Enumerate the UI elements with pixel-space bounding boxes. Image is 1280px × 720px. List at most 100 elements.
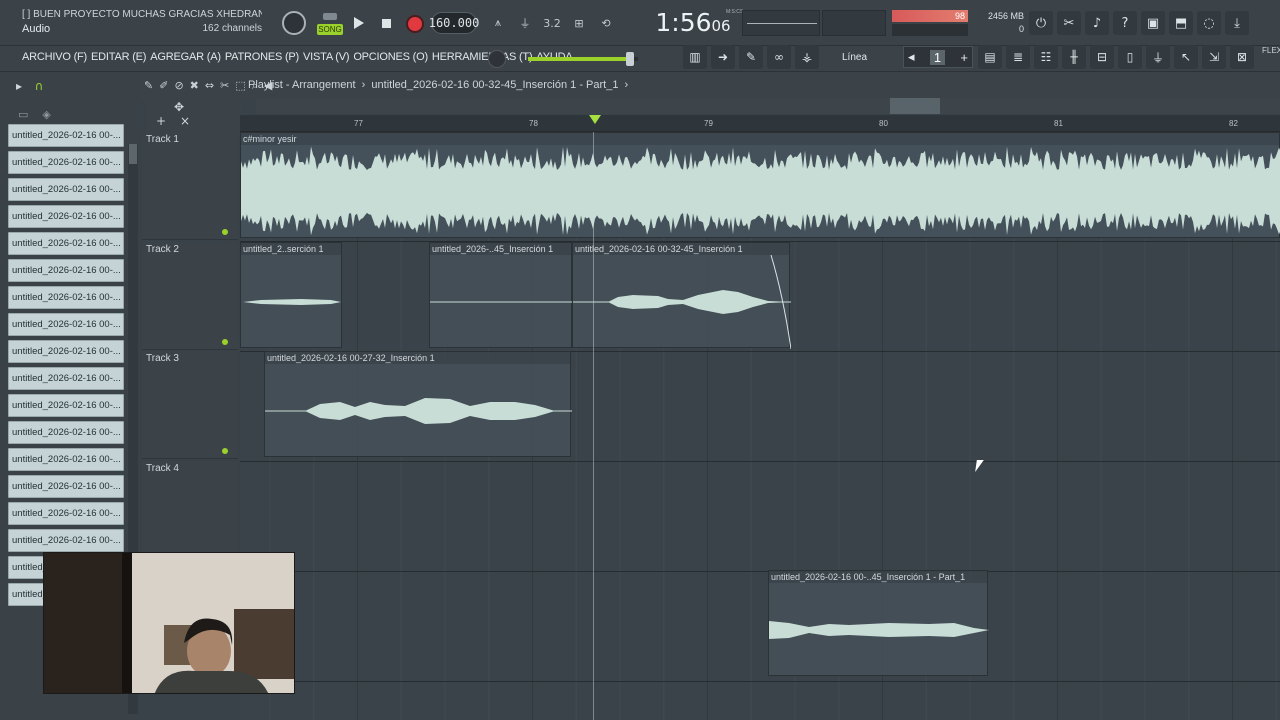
magnet-icon[interactable]: ∩	[30, 79, 48, 93]
volume-handle[interactable]	[626, 52, 634, 66]
mic-button[interactable]: ♪	[1085, 11, 1109, 35]
audio-clip[interactable]: untitled_2026-02-16 00-..45_Inserción 1 …	[768, 570, 989, 676]
save-button[interactable]: ▣	[1141, 11, 1165, 35]
browser-item[interactable]: untitled_2026-02-16 00-...	[8, 178, 124, 201]
track-header[interactable]: Track 3	[142, 351, 238, 459]
paint-tool-icon[interactable]: ✐	[159, 79, 174, 92]
channel-rack-button[interactable]: ≣	[1006, 45, 1030, 69]
arrow-right-icon[interactable]: ▸	[10, 79, 28, 93]
menu-options[interactable]: OPCIONES (O)	[353, 51, 428, 63]
snap-selector[interactable]: Línea	[830, 49, 894, 67]
browser-item[interactable]: untitled_2026-02-16 00-...	[8, 448, 124, 471]
piano-roll-button[interactable]: ▥	[683, 45, 707, 69]
render-button[interactable]: ⬒	[1169, 11, 1193, 35]
help-button[interactable]: ?	[1113, 11, 1137, 35]
track-active-led[interactable]	[222, 448, 228, 454]
stop-button[interactable]	[377, 14, 395, 32]
browser-tab-icon[interactable]: ▭ ◈	[18, 108, 51, 121]
browser-item[interactable]: untitled_2026-02-16 00-...	[8, 529, 124, 552]
arrow-move-icon[interactable]: ✥	[174, 100, 184, 114]
tools-button[interactable]: ✂	[1057, 11, 1081, 35]
channel-button[interactable]: ╫	[1062, 45, 1086, 69]
step-add-icon[interactable]: +	[960, 50, 968, 65]
step-prev-icon[interactable]: ◂	[908, 49, 915, 65]
step-selector[interactable]: ◂ 1 +	[903, 46, 973, 68]
audio-clip[interactable]: untitled_2026-02-16 00-27-32_Inserción 1	[264, 351, 572, 457]
track-header[interactable]: Track 2	[142, 241, 238, 350]
audio-clip[interactable]: c#minor yesir	[240, 132, 1280, 238]
plugin-button[interactable]: ⏚	[1146, 45, 1170, 69]
browser-item[interactable]: untitled_2026-02-16 00-...	[8, 259, 124, 282]
chat-button[interactable]: ◌	[1197, 11, 1221, 35]
tempo-display[interactable]: 160.000	[429, 12, 479, 34]
metronome-button[interactable]: ⩚	[486, 12, 510, 34]
menu-patterns[interactable]: PATRONES (P)	[225, 51, 299, 63]
browser-button[interactable]: ⊟	[1090, 45, 1114, 69]
pointer-button[interactable]: ↖	[1174, 45, 1198, 69]
menu-view[interactable]: VISTA (V)	[303, 51, 349, 63]
timeline-ruler[interactable]: 77 78 79 80 81 82	[240, 115, 1280, 132]
audio-clip[interactable]: untitled_2026-02-16 00-32-45_Inserción 1	[572, 242, 791, 349]
hint-channels: 162 channels	[202, 23, 263, 34]
menu-tools[interactable]: HERRAMIENTAS (T)	[432, 51, 533, 63]
slip-tool-icon[interactable]: ⇔	[205, 79, 220, 92]
browser-item[interactable]: untitled_2026-02-16 00-...	[8, 367, 124, 390]
draw-tool-button[interactable]: ✎	[739, 45, 763, 69]
browser-item[interactable]: untitled_2026-02-16 00-...	[8, 286, 124, 309]
menu-add[interactable]: AGREGAR (A)	[150, 51, 221, 63]
mute-tool-icon[interactable]: ✖	[190, 79, 205, 92]
overview-viewport[interactable]	[890, 98, 940, 114]
mixer-button[interactable]: ☷	[1034, 45, 1058, 69]
loop-record-button[interactable]: ⟲	[594, 12, 618, 34]
browser-item[interactable]: untitled_2026-02-16 00-...	[8, 313, 124, 336]
browser-item[interactable]: untitled_2026-02-16 00-...	[8, 340, 124, 363]
save-icon: ▣	[1146, 15, 1160, 31]
playlist-overview[interactable]	[256, 98, 1280, 114]
browser-item[interactable]: untitled_2026-02-16 00-...	[8, 205, 124, 228]
pencil-tool-icon[interactable]: ✎	[144, 79, 159, 92]
arrangement-grid[interactable]: c#minor yesir untitled_2..serción 1 unti…	[240, 132, 1280, 720]
browser-scroll-thumb[interactable]	[129, 144, 137, 164]
browser-item[interactable]: untitled_2026-02-16 00-...	[8, 232, 124, 255]
playhead-marker[interactable]	[589, 115, 601, 124]
reload-button[interactable]: ⏻	[1029, 11, 1053, 35]
delete-tool-icon[interactable]: ⊘	[174, 79, 189, 92]
master-volume-slider[interactable]	[528, 52, 638, 66]
render-icon: ⬒	[1174, 15, 1188, 31]
track-header[interactable]: Track 1	[142, 132, 238, 240]
menu-edit[interactable]: EDITAR (E)	[91, 51, 146, 63]
close-icon[interactable]: ×	[180, 114, 190, 128]
pitch-knob[interactable]	[488, 50, 506, 68]
record-button[interactable]	[404, 13, 426, 35]
audio-clip[interactable]: untitled_2026-..45_Inserción 1	[429, 242, 573, 348]
download-button[interactable]: ⤓	[1225, 11, 1249, 35]
browser-item[interactable]: untitled_2026-02-16 00-...	[8, 502, 124, 525]
link-button[interactable]: ∞	[767, 45, 791, 69]
browser-item[interactable]: untitled_2026-02-16 00-...	[8, 421, 124, 444]
track-active-led[interactable]	[222, 338, 228, 345]
browser-item[interactable]: untitled_2026-02-16 00-...	[8, 124, 124, 147]
step-value[interactable]: 1	[929, 49, 946, 65]
audio-clip[interactable]: untitled_2..serción 1	[240, 242, 342, 348]
track-active-led[interactable]	[222, 229, 228, 235]
menu-file[interactable]: ARCHIVO (F)	[22, 51, 87, 63]
add-track-icon[interactable]: +	[156, 114, 166, 128]
step-edit-button[interactable]: ⊞	[567, 12, 591, 34]
stamp-button[interactable]: ⚶	[795, 45, 819, 69]
wait-for-input-button[interactable]: ⏚	[513, 12, 537, 34]
project-button[interactable]: ▯	[1118, 45, 1142, 69]
tempo-tap-button[interactable]: ⇲	[1202, 45, 1226, 69]
countdown-button[interactable]: 3.2	[540, 12, 564, 34]
playlist-button[interactable]: ▤	[978, 45, 1002, 69]
browser-item[interactable]: untitled_2026-02-16 00-...	[8, 394, 124, 417]
play-button[interactable]	[350, 14, 368, 32]
master-volume-knob[interactable]	[282, 11, 306, 35]
next-button[interactable]: ➜	[711, 45, 735, 69]
slice-tool-icon[interactable]: ✂	[220, 79, 235, 92]
song-time-display[interactable]: 1:5606	[650, 6, 736, 40]
browser-item[interactable]: untitled_2026-02-16 00-...	[8, 475, 124, 498]
song-mode-toggle[interactable]: SONG	[316, 11, 344, 37]
store-button[interactable]: ⊠	[1230, 45, 1254, 69]
playlist-breadcrumb[interactable]: untitled_2026-02-16 00-32-45_Inserción 1…	[371, 79, 618, 91]
browser-item[interactable]: untitled_2026-02-16 00-...	[8, 151, 124, 174]
